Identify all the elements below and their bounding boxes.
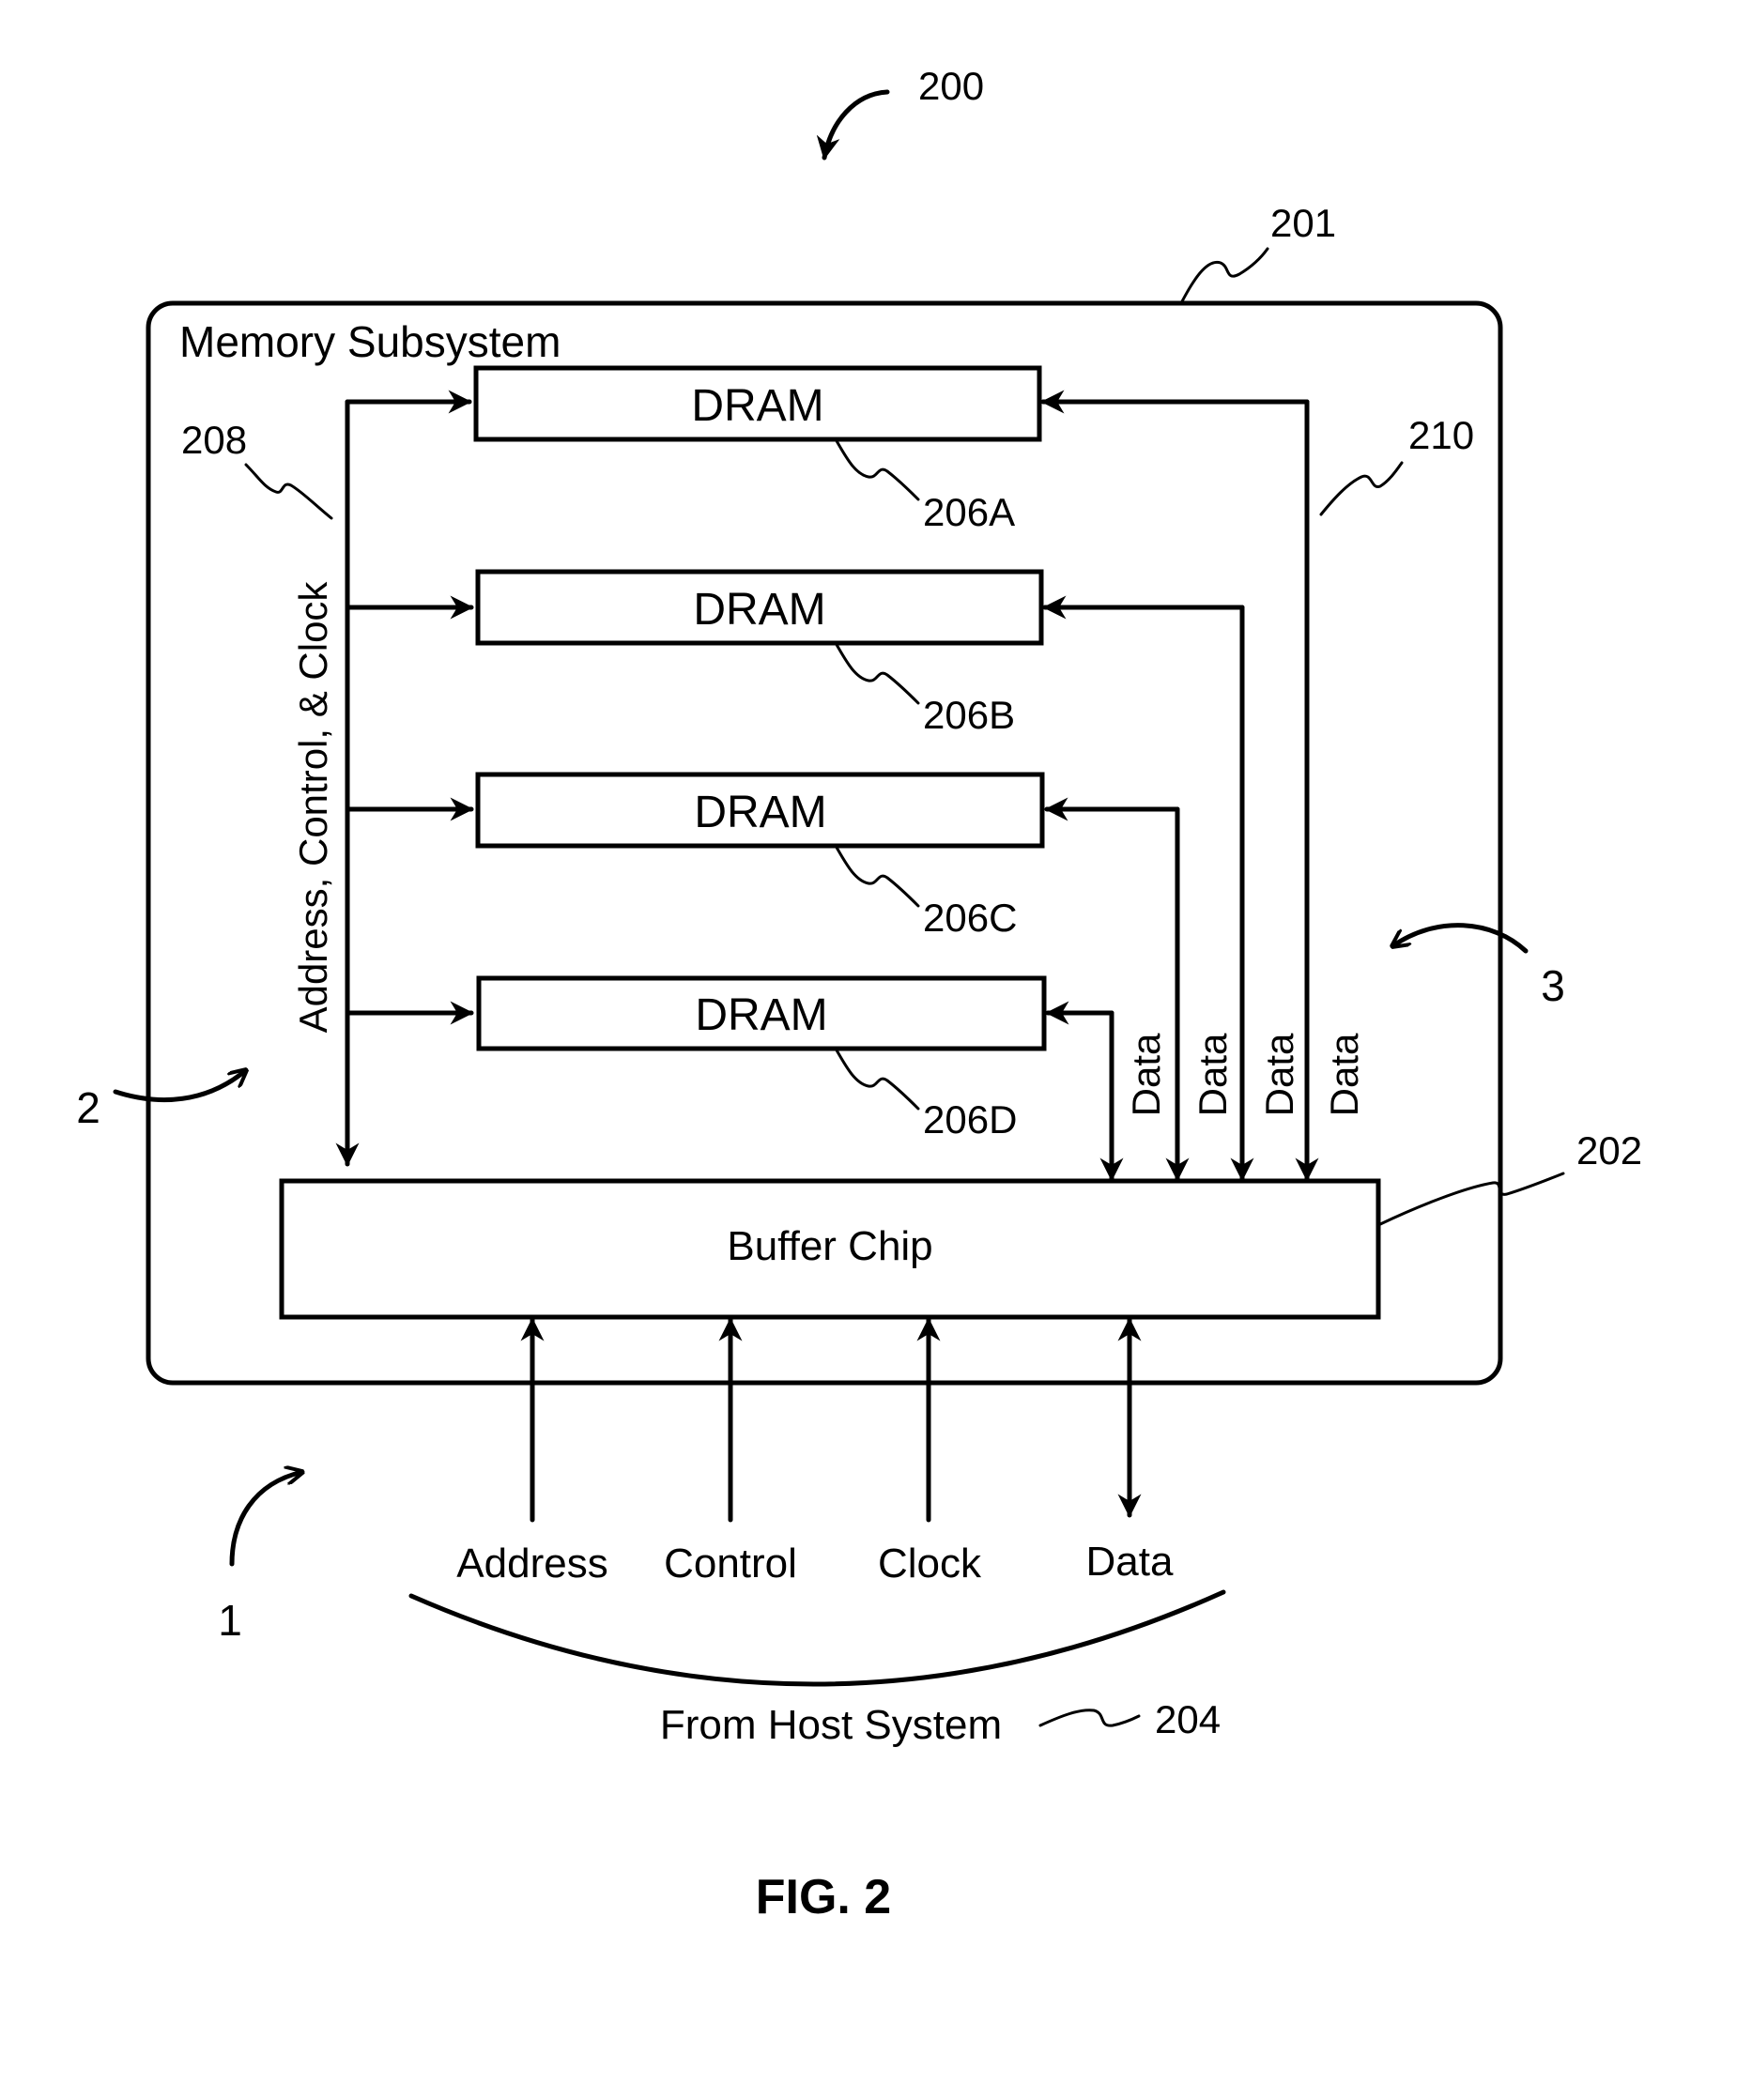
buffer-chip: Buffer Chip (279, 1178, 1381, 1320)
dram-206d: DRAM (476, 975, 1047, 1051)
host-ref: 204 (1155, 1697, 1221, 1741)
figure-caption: FIG. 2 (756, 1870, 891, 1924)
dram-206b: DRAM (475, 569, 1044, 646)
dram-206c: DRAM (475, 772, 1045, 849)
host-signal-address: Address (456, 1541, 607, 1586)
host-signal-control: Control (664, 1541, 797, 1586)
buffer-chip-label: Buffer Chip (727, 1223, 932, 1269)
host-signal-clock: Clock (878, 1541, 982, 1586)
data-line-label: Data (1257, 1033, 1301, 1116)
data-line-label: Data (1191, 1033, 1235, 1116)
ref-leader-201 (1179, 247, 1269, 305)
dram-ref-206d: 206D (923, 1097, 1017, 1142)
data-line-label: Data (1322, 1033, 1366, 1116)
ref-leader-204 (1038, 1709, 1141, 1727)
address-control-clock-label: Address, Control, & Clock (291, 581, 335, 1034)
host-bracket-arc (408, 1589, 1226, 1687)
buffer-chip-ref: 202 (1576, 1128, 1642, 1173)
region-marker-2: 2 (76, 1083, 100, 1132)
data-line-label: Data (1124, 1033, 1168, 1116)
from-host-label: From Host System (660, 1702, 1002, 1748)
figure-ref-number: 200 (918, 64, 984, 108)
dram-label: DRAM (691, 381, 823, 431)
data-bus-ref: 210 (1408, 413, 1474, 457)
dram-206a: DRAM (473, 365, 1042, 442)
dram-label: DRAM (695, 990, 827, 1040)
memory-subsystem-ref: 201 (1270, 201, 1336, 245)
address-control-clock-ref: 208 (181, 418, 247, 462)
region-marker-1: 1 (218, 1596, 242, 1645)
dram-ref-206b: 206B (923, 693, 1015, 737)
dram-label: DRAM (693, 585, 825, 635)
dram-ref-206a: 206A (923, 490, 1015, 534)
host-signal-data: Data (1086, 1539, 1174, 1585)
region-1-arrow-icon (229, 1472, 302, 1567)
curved-arrow-icon (816, 89, 890, 161)
memory-subsystem-diagram: 200 Memory Subsystem 201 Address, Contro… (76, 64, 1642, 1924)
region-marker-3: 3 (1541, 961, 1565, 1010)
memory-subsystem-title: Memory Subsystem (179, 317, 561, 366)
figure-ref-callout: 200 (816, 64, 984, 161)
dram-ref-206c: 206C (923, 896, 1017, 940)
dram-label: DRAM (694, 788, 826, 837)
